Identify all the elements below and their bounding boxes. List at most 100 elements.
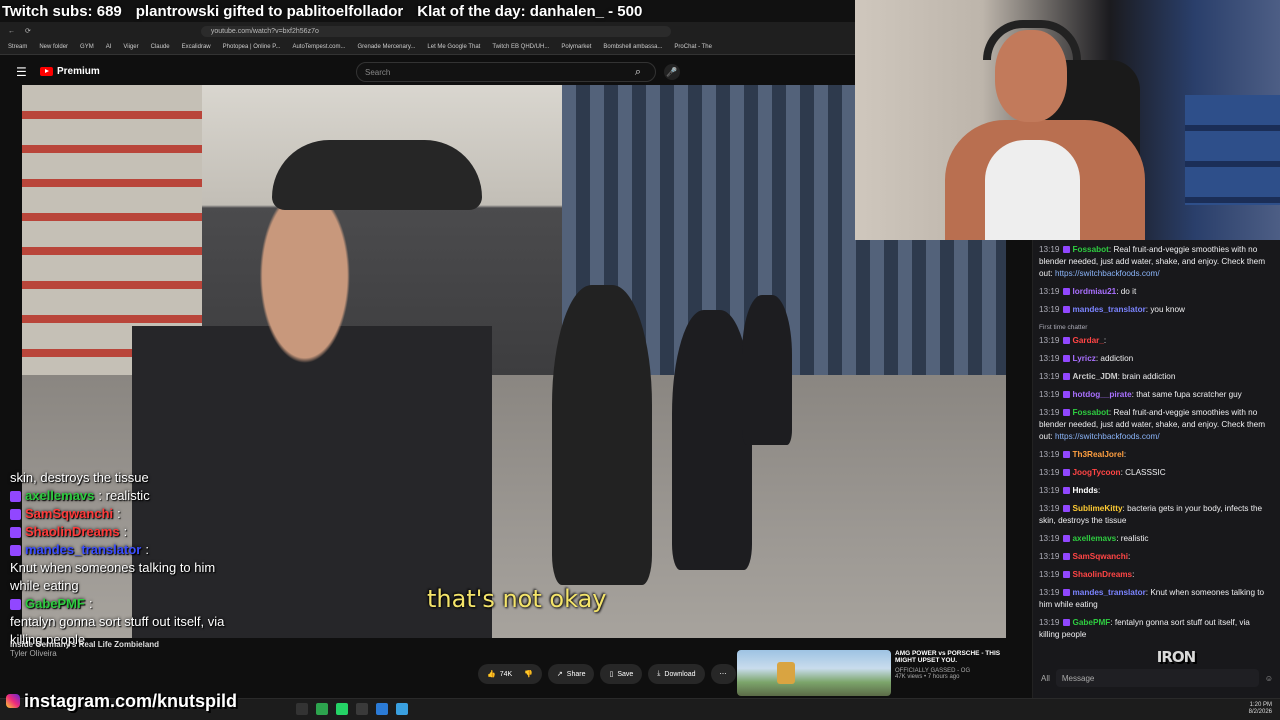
browser-icon[interactable] [396, 703, 408, 715]
chat-username[interactable]: hotdog__pirate [1073, 390, 1132, 399]
headset-icon [983, 20, 1081, 60]
bookmark-item[interactable]: Stream [8, 44, 27, 50]
chat-username[interactable]: JoogTycoon [1073, 468, 1121, 477]
microphone-icon[interactable]: 🎤 [664, 64, 680, 80]
chat-message: 13:19 Fossabot: Real fruit-and-veggie smo… [1039, 244, 1267, 280]
recommended-title[interactable]: AMG POWER vs PORSCHE - THIS MIGHT UPSET … [895, 650, 1015, 664]
recommended-thumbnail[interactable] [737, 650, 891, 696]
overlay-username: ShaolinDreams [25, 524, 120, 539]
chat-timestamp: 13:19 [1039, 354, 1060, 363]
system-tray: 1:20 PM 8/2/2026 [1249, 702, 1272, 716]
chat-text: : CLASSSIC [1120, 468, 1166, 477]
chat-username[interactable]: Lyricz [1073, 354, 1096, 363]
search-icon[interactable]: ⌕ [621, 63, 655, 81]
badge-icon [10, 598, 21, 610]
bookmark-item[interactable]: AI [106, 44, 112, 50]
app-icon[interactable] [316, 703, 328, 715]
chat-text: : brain addiction [1117, 372, 1176, 381]
sub-badge-icon [1062, 571, 1070, 579]
premium-label: Premium [57, 66, 100, 77]
sub-badge-icon [1062, 391, 1070, 399]
chat-timestamp: 13:19 [1039, 287, 1060, 296]
share-button[interactable]: ↗ Share [547, 664, 595, 684]
back-icon[interactable]: ← [8, 28, 15, 35]
bookmark-item[interactable]: New folder [39, 44, 68, 50]
sub-badge-icon [1062, 487, 1070, 495]
bookmark-item[interactable]: Bombshell ambassa... [603, 44, 662, 50]
chat-messages: 13:19 Fossabot: Real fruit-and-veggie smo… [1033, 240, 1273, 660]
like-button[interactable]: 👍 74K 👎 [478, 664, 542, 684]
chat-username[interactable]: lordmiau21 [1073, 287, 1117, 296]
instagram-handle: instagram.com/knutspild [24, 690, 238, 711]
instagram-banner: instagram.com/knutspild [0, 690, 290, 712]
search-input[interactable]: Search ⌕ [356, 62, 656, 82]
channel-name[interactable]: Tyler Oliveira [10, 649, 480, 658]
chat-username[interactable]: Gardar_ [1073, 336, 1104, 345]
youtube-header: ☰ Premium Search ⌕ 🎤 [0, 58, 855, 85]
overlay-text: : realistic [98, 488, 150, 503]
recommended-video[interactable]: AMG POWER vs PORSCHE - THIS MIGHT UPSET … [737, 650, 1031, 696]
bookmark-item[interactable]: GYM [80, 44, 94, 50]
thumbs-down-icon[interactable]: 👎 [524, 670, 533, 678]
bookmark-item[interactable]: Photopea | Online P... [223, 44, 281, 50]
bookmark-item[interactable]: Grenade Mercenary... [358, 44, 416, 50]
share-icon: ↗ [556, 671, 563, 678]
overlay-text: : [88, 596, 93, 611]
sub-badge-icon [1062, 337, 1070, 345]
chat-username[interactable]: axellemavs [1073, 534, 1117, 543]
bookmark-item[interactable]: Twitch EB QHD/UH... [492, 44, 549, 50]
sub-badge-icon [1062, 246, 1070, 254]
chat-link[interactable]: https://switchbackfoods.com/ [1055, 269, 1160, 278]
bookmark-item[interactable]: Claude [151, 44, 170, 50]
chat-timestamp: 13:19 [1039, 336, 1060, 345]
terminal-icon[interactable] [356, 703, 368, 715]
chat-text: : do it [1116, 287, 1137, 296]
chat-username[interactable]: Th3RealJorel [1073, 450, 1124, 459]
chat-username[interactable]: GabePMF [1073, 618, 1111, 627]
whatsapp-icon[interactable] [336, 703, 348, 715]
app-icon[interactable] [376, 703, 388, 715]
more-options-button[interactable]: ⋯ [710, 664, 736, 684]
overlay-chat-line: axellemavs: realistic [0, 488, 300, 504]
chat-username[interactable]: Fossabot [1073, 408, 1109, 417]
streamer-webcam [855, 0, 1280, 240]
chat-username[interactable]: Arctic_JDM [1073, 372, 1118, 381]
chat-timestamp: 13:19 [1039, 372, 1060, 381]
video-title: Inside Germany's Real Life Zombieland [10, 640, 160, 649]
chat-username[interactable]: Hndds [1073, 486, 1098, 495]
address-bar[interactable]: youtube.com/watch?v=bxf2h56z7o [200, 25, 671, 37]
chat-username[interactable]: SamSqwanchi [1073, 552, 1129, 561]
chat-message: 13:19 axellemavs: realistic [1039, 533, 1267, 545]
iron-logo: IRON [1156, 648, 1196, 666]
sub-badge-icon [1062, 306, 1070, 314]
chat-message: 13:19 Hndds: [1039, 485, 1267, 497]
thumbs-up-icon: 👍 [487, 671, 496, 678]
bookmark-item[interactable]: AutoTempest.com... [292, 44, 345, 50]
bookmark-item[interactable]: Let Me Google That [427, 44, 480, 50]
save-button[interactable]: ▯ Save [600, 664, 643, 684]
bookmark-item[interactable]: Viiger [123, 44, 138, 50]
overlay-chat-line: SamSqwanchi: [0, 506, 300, 522]
emote-icon[interactable]: ☺ [1265, 674, 1273, 683]
chat-username[interactable]: SublimeKitty [1073, 504, 1123, 513]
chat-username[interactable]: mandes_translator [1073, 588, 1146, 597]
tank-top [985, 140, 1080, 240]
sub-badge-icon [1062, 288, 1070, 296]
bookmark-item[interactable]: ProChat - The [674, 44, 712, 50]
chat-username[interactable]: ShaolinDreams [1073, 570, 1133, 579]
browser-toolbar: ← ⟳ youtube.com/watch?v=bxf2h56z7o [0, 22, 855, 40]
app-icon[interactable] [296, 703, 308, 715]
youtube-logo[interactable]: Premium [40, 66, 100, 77]
chat-username[interactable]: Fossabot [1073, 245, 1109, 254]
menu-icon[interactable]: ☰ [16, 65, 28, 79]
chat-message: 13:19 JoogTycoon: CLASSSIC [1039, 467, 1267, 479]
porsche-logo-icon [777, 662, 795, 684]
chat-text: : [1097, 486, 1101, 495]
bookmark-item[interactable]: Excalidraw [182, 44, 211, 50]
chat-username[interactable]: mandes_translator [1073, 305, 1146, 314]
filter-label[interactable]: All [1041, 674, 1050, 683]
bookmark-item[interactable]: Polymarket [561, 44, 591, 50]
chat-link[interactable]: https://switchbackfoods.com/ [1055, 432, 1160, 441]
download-button[interactable]: ⤓ Download [648, 664, 705, 684]
reload-icon[interactable]: ⟳ [25, 27, 31, 35]
